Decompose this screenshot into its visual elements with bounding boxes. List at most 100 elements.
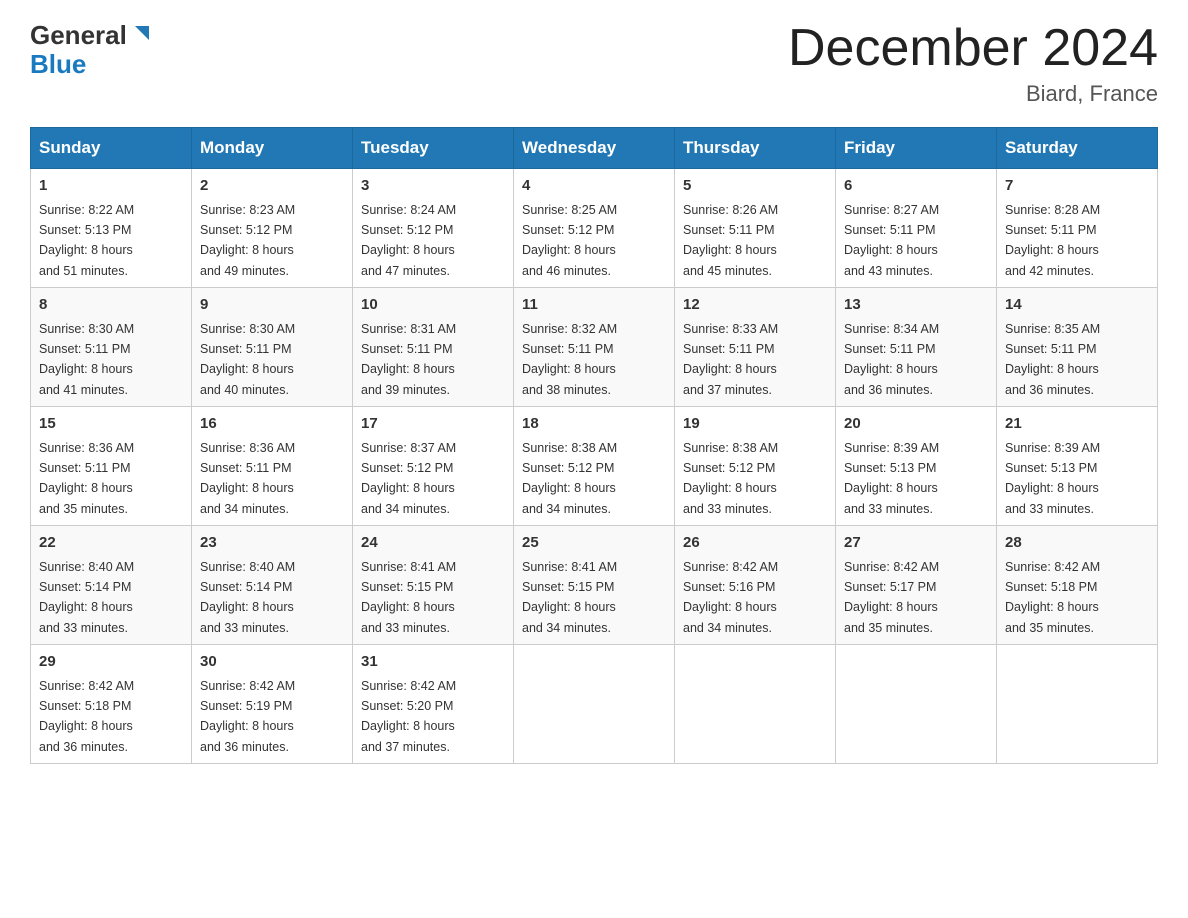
day-number: 20 bbox=[844, 413, 988, 436]
calendar-cell: 14 Sunrise: 8:35 AMSunset: 5:11 PMDaylig… bbox=[997, 288, 1158, 407]
day-number: 7 bbox=[1005, 175, 1149, 198]
calendar-cell: 6 Sunrise: 8:27 AMSunset: 5:11 PMDayligh… bbox=[836, 169, 997, 288]
day-number: 21 bbox=[1005, 413, 1149, 436]
day-number: 5 bbox=[683, 175, 827, 198]
calendar-cell: 16 Sunrise: 8:36 AMSunset: 5:11 PMDaylig… bbox=[192, 407, 353, 526]
day-info: Sunrise: 8:39 AMSunset: 5:13 PMDaylight:… bbox=[844, 441, 939, 516]
day-number: 24 bbox=[361, 532, 505, 555]
calendar-cell: 29 Sunrise: 8:42 AMSunset: 5:18 PMDaylig… bbox=[31, 645, 192, 764]
day-number: 23 bbox=[200, 532, 344, 555]
calendar-cell bbox=[836, 645, 997, 764]
day-number: 31 bbox=[361, 651, 505, 674]
logo-blue-text: Blue bbox=[30, 49, 86, 80]
header-sunday: Sunday bbox=[31, 128, 192, 169]
calendar-cell: 3 Sunrise: 8:24 AMSunset: 5:12 PMDayligh… bbox=[353, 169, 514, 288]
day-number: 29 bbox=[39, 651, 183, 674]
week-row-3: 15 Sunrise: 8:36 AMSunset: 5:11 PMDaylig… bbox=[31, 407, 1158, 526]
day-info: Sunrise: 8:36 AMSunset: 5:11 PMDaylight:… bbox=[39, 441, 134, 516]
day-number: 27 bbox=[844, 532, 988, 555]
weekday-header-row: Sunday Monday Tuesday Wednesday Thursday… bbox=[31, 128, 1158, 169]
calendar-cell: 21 Sunrise: 8:39 AMSunset: 5:13 PMDaylig… bbox=[997, 407, 1158, 526]
day-info: Sunrise: 8:28 AMSunset: 5:11 PMDaylight:… bbox=[1005, 203, 1100, 278]
day-info: Sunrise: 8:41 AMSunset: 5:15 PMDaylight:… bbox=[361, 560, 456, 635]
day-info: Sunrise: 8:27 AMSunset: 5:11 PMDaylight:… bbox=[844, 203, 939, 278]
calendar-cell: 27 Sunrise: 8:42 AMSunset: 5:17 PMDaylig… bbox=[836, 526, 997, 645]
day-number: 18 bbox=[522, 413, 666, 436]
location-text: Biard, France bbox=[788, 81, 1158, 107]
day-info: Sunrise: 8:32 AMSunset: 5:11 PMDaylight:… bbox=[522, 322, 617, 397]
calendar-cell: 1 Sunrise: 8:22 AMSunset: 5:13 PMDayligh… bbox=[31, 169, 192, 288]
day-info: Sunrise: 8:30 AMSunset: 5:11 PMDaylight:… bbox=[200, 322, 295, 397]
day-number: 3 bbox=[361, 175, 505, 198]
calendar-cell: 12 Sunrise: 8:33 AMSunset: 5:11 PMDaylig… bbox=[675, 288, 836, 407]
day-info: Sunrise: 8:33 AMSunset: 5:11 PMDaylight:… bbox=[683, 322, 778, 397]
calendar-cell: 13 Sunrise: 8:34 AMSunset: 5:11 PMDaylig… bbox=[836, 288, 997, 407]
day-info: Sunrise: 8:24 AMSunset: 5:12 PMDaylight:… bbox=[361, 203, 456, 278]
day-number: 25 bbox=[522, 532, 666, 555]
day-info: Sunrise: 8:25 AMSunset: 5:12 PMDaylight:… bbox=[522, 203, 617, 278]
day-number: 14 bbox=[1005, 294, 1149, 317]
day-info: Sunrise: 8:37 AMSunset: 5:12 PMDaylight:… bbox=[361, 441, 456, 516]
calendar-cell: 30 Sunrise: 8:42 AMSunset: 5:19 PMDaylig… bbox=[192, 645, 353, 764]
calendar-cell: 26 Sunrise: 8:42 AMSunset: 5:16 PMDaylig… bbox=[675, 526, 836, 645]
calendar-cell bbox=[514, 645, 675, 764]
header-tuesday: Tuesday bbox=[353, 128, 514, 169]
day-info: Sunrise: 8:31 AMSunset: 5:11 PMDaylight:… bbox=[361, 322, 456, 397]
calendar-cell: 19 Sunrise: 8:38 AMSunset: 5:12 PMDaylig… bbox=[675, 407, 836, 526]
day-info: Sunrise: 8:30 AMSunset: 5:11 PMDaylight:… bbox=[39, 322, 134, 397]
day-info: Sunrise: 8:26 AMSunset: 5:11 PMDaylight:… bbox=[683, 203, 778, 278]
month-title: December 2024 bbox=[788, 20, 1158, 77]
header-friday: Friday bbox=[836, 128, 997, 169]
day-info: Sunrise: 8:42 AMSunset: 5:20 PMDaylight:… bbox=[361, 679, 456, 754]
day-info: Sunrise: 8:38 AMSunset: 5:12 PMDaylight:… bbox=[683, 441, 778, 516]
day-info: Sunrise: 8:23 AMSunset: 5:12 PMDaylight:… bbox=[200, 203, 295, 278]
calendar-cell: 7 Sunrise: 8:28 AMSunset: 5:11 PMDayligh… bbox=[997, 169, 1158, 288]
day-info: Sunrise: 8:40 AMSunset: 5:14 PMDaylight:… bbox=[39, 560, 134, 635]
day-number: 26 bbox=[683, 532, 827, 555]
calendar-cell: 8 Sunrise: 8:30 AMSunset: 5:11 PMDayligh… bbox=[31, 288, 192, 407]
calendar-cell bbox=[997, 645, 1158, 764]
day-info: Sunrise: 8:42 AMSunset: 5:16 PMDaylight:… bbox=[683, 560, 778, 635]
calendar-cell: 18 Sunrise: 8:38 AMSunset: 5:12 PMDaylig… bbox=[514, 407, 675, 526]
week-row-2: 8 Sunrise: 8:30 AMSunset: 5:11 PMDayligh… bbox=[31, 288, 1158, 407]
day-number: 12 bbox=[683, 294, 827, 317]
day-info: Sunrise: 8:34 AMSunset: 5:11 PMDaylight:… bbox=[844, 322, 939, 397]
day-number: 22 bbox=[39, 532, 183, 555]
header-saturday: Saturday bbox=[997, 128, 1158, 169]
day-number: 10 bbox=[361, 294, 505, 317]
header-wednesday: Wednesday bbox=[514, 128, 675, 169]
day-number: 15 bbox=[39, 413, 183, 436]
day-info: Sunrise: 8:42 AMSunset: 5:19 PMDaylight:… bbox=[200, 679, 295, 754]
page-header: General Blue December 2024 Biard, France bbox=[30, 20, 1158, 107]
day-info: Sunrise: 8:40 AMSunset: 5:14 PMDaylight:… bbox=[200, 560, 295, 635]
day-number: 28 bbox=[1005, 532, 1149, 555]
calendar-cell: 17 Sunrise: 8:37 AMSunset: 5:12 PMDaylig… bbox=[353, 407, 514, 526]
calendar-cell: 4 Sunrise: 8:25 AMSunset: 5:12 PMDayligh… bbox=[514, 169, 675, 288]
day-number: 4 bbox=[522, 175, 666, 198]
day-number: 9 bbox=[200, 294, 344, 317]
day-number: 2 bbox=[200, 175, 344, 198]
day-number: 30 bbox=[200, 651, 344, 674]
week-row-1: 1 Sunrise: 8:22 AMSunset: 5:13 PMDayligh… bbox=[31, 169, 1158, 288]
calendar-cell: 22 Sunrise: 8:40 AMSunset: 5:14 PMDaylig… bbox=[31, 526, 192, 645]
logo: General Blue bbox=[30, 20, 151, 80]
calendar-cell: 15 Sunrise: 8:36 AMSunset: 5:11 PMDaylig… bbox=[31, 407, 192, 526]
calendar-cell: 5 Sunrise: 8:26 AMSunset: 5:11 PMDayligh… bbox=[675, 169, 836, 288]
day-info: Sunrise: 8:42 AMSunset: 5:18 PMDaylight:… bbox=[1005, 560, 1100, 635]
day-number: 17 bbox=[361, 413, 505, 436]
calendar-cell: 20 Sunrise: 8:39 AMSunset: 5:13 PMDaylig… bbox=[836, 407, 997, 526]
calendar-cell bbox=[675, 645, 836, 764]
calendar-cell: 11 Sunrise: 8:32 AMSunset: 5:11 PMDaylig… bbox=[514, 288, 675, 407]
day-info: Sunrise: 8:22 AMSunset: 5:13 PMDaylight:… bbox=[39, 203, 134, 278]
day-info: Sunrise: 8:36 AMSunset: 5:11 PMDaylight:… bbox=[200, 441, 295, 516]
day-info: Sunrise: 8:41 AMSunset: 5:15 PMDaylight:… bbox=[522, 560, 617, 635]
day-number: 8 bbox=[39, 294, 183, 317]
day-number: 19 bbox=[683, 413, 827, 436]
logo-arrow-icon bbox=[129, 22, 151, 49]
day-info: Sunrise: 8:38 AMSunset: 5:12 PMDaylight:… bbox=[522, 441, 617, 516]
week-row-4: 22 Sunrise: 8:40 AMSunset: 5:14 PMDaylig… bbox=[31, 526, 1158, 645]
day-number: 13 bbox=[844, 294, 988, 317]
calendar-cell: 31 Sunrise: 8:42 AMSunset: 5:20 PMDaylig… bbox=[353, 645, 514, 764]
calendar-cell: 23 Sunrise: 8:40 AMSunset: 5:14 PMDaylig… bbox=[192, 526, 353, 645]
day-info: Sunrise: 8:35 AMSunset: 5:11 PMDaylight:… bbox=[1005, 322, 1100, 397]
